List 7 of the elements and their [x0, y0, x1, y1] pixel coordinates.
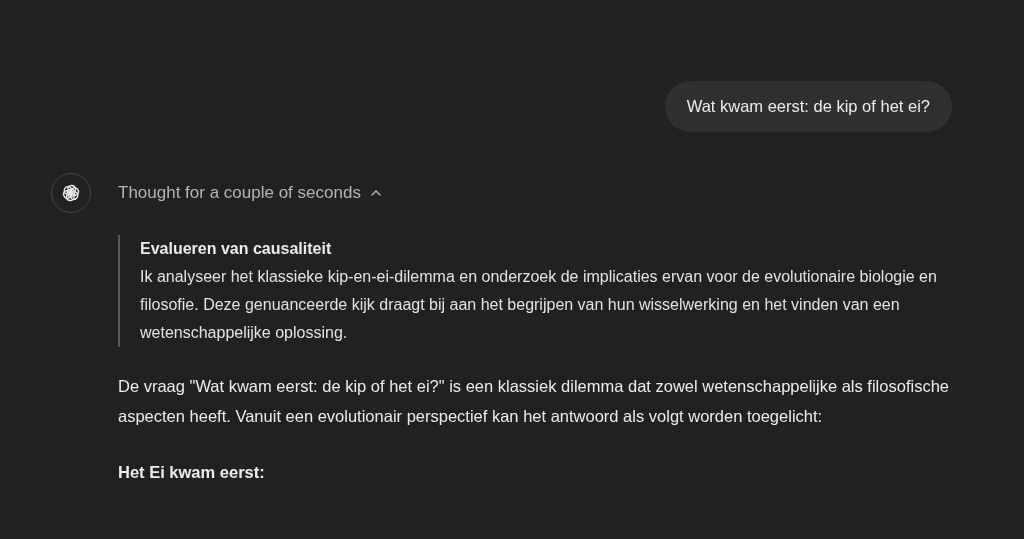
user-message: Wat kwam eerst: de kip of het ei? — [664, 81, 952, 132]
answer-paragraph: De vraag "Wat kwam eerst: de kip of het ei?" is een klassiek dilemma dat zowel wetenschappelijke als filosofische aspecten heeft. Vanuit een evolutionair perspectief kan het antwoord als volgt worden toegelicht: — [118, 376, 950, 427]
thought-text: Ik analyseer het klassieke kip-en-ei-dilemma en onderzoek de implicaties ervan voor de evolutionaire biologie en filosofie. Deze genuanceerde kijk draagt bij aan het begrijpen van hun wisselwerking en het vinden van een wetenschappelijke oplossing. — [140, 267, 938, 343]
thought-title: Evalueren van causaliteit — [140, 239, 333, 259]
answer-heading: Het Ei kwam eerst: — [118, 462, 266, 483]
caret-icon — [369, 187, 382, 199]
thought-toggle[interactable]: Thought for a couple of seconds — [118, 173, 382, 213]
